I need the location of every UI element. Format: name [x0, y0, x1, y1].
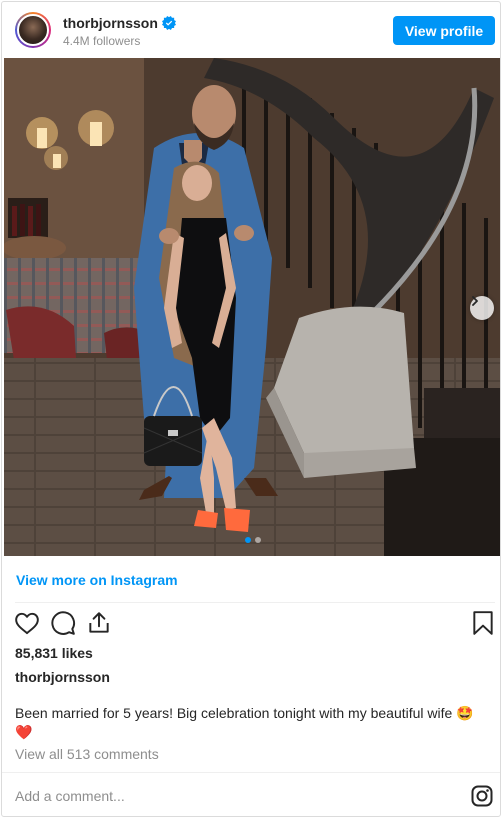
divider — [15, 602, 495, 603]
post-header: thorbjornsson 4.4M followers View profil… — [2, 2, 500, 58]
divider — [2, 772, 500, 773]
carousel-dot-active — [245, 537, 251, 543]
verified-badge-icon — [161, 16, 176, 30]
username[interactable]: thorbjornsson — [63, 15, 158, 31]
instagram-logo-icon[interactable] — [470, 784, 494, 808]
share-icon[interactable] — [86, 610, 112, 636]
photo-illustration — [4, 58, 500, 556]
post-image[interactable] — [4, 58, 500, 556]
view-all-comments-link[interactable]: View all 513 comments — [15, 746, 159, 762]
view-more-link[interactable]: View more on Instagram — [16, 572, 178, 588]
view-profile-button[interactable]: View profile — [393, 16, 495, 45]
carousel-next-button[interactable] — [470, 296, 494, 320]
comment-icon[interactable] — [50, 610, 76, 636]
add-comment-input[interactable]: Add a comment... — [15, 788, 125, 804]
bookmark-icon[interactable] — [470, 610, 496, 636]
like-count[interactable]: 85,831 likes — [15, 645, 93, 661]
carousel-indicators — [245, 537, 261, 543]
avatar[interactable] — [15, 12, 51, 48]
caption-username[interactable]: thorbjornsson — [15, 669, 110, 685]
instagram-embed-card: thorbjornsson 4.4M followers View profil… — [1, 1, 501, 817]
carousel-dot — [255, 537, 261, 543]
chevron-right-icon — [472, 296, 478, 306]
follower-count: 4.4M followers — [63, 34, 141, 48]
caption-text: Been married for 5 years! Big celebratio… — [15, 705, 474, 740]
heart-icon[interactable] — [14, 610, 40, 636]
